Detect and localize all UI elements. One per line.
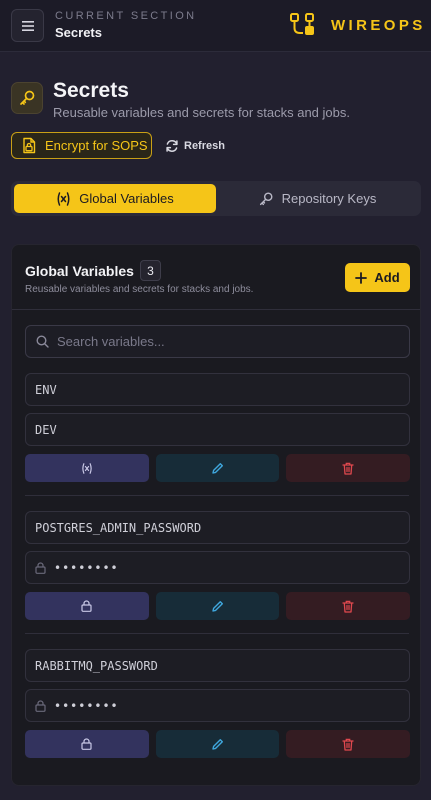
divider bbox=[25, 633, 409, 634]
logo-icon bbox=[290, 13, 314, 35]
key-icon bbox=[20, 90, 35, 105]
refresh-icon bbox=[166, 139, 178, 152]
lock-icon bbox=[81, 738, 92, 750]
lock-file-icon bbox=[23, 137, 36, 154]
tab-bar: Global Variables Repository Keys bbox=[11, 181, 421, 216]
pencil-icon bbox=[212, 462, 223, 474]
refresh-label: Refresh bbox=[184, 139, 225, 152]
variable-value: DEV bbox=[35, 422, 57, 437]
search-icon bbox=[36, 335, 49, 348]
trash-icon bbox=[342, 738, 354, 751]
global-variables-card: Global Variables 3 Reusable variables an… bbox=[11, 244, 421, 786]
variable-name-field[interactable]: ENV bbox=[25, 373, 410, 406]
brand-name[interactable]: WIREOPS bbox=[331, 17, 426, 34]
top-bar: CURRENT SECTION Secrets WIREOPS bbox=[0, 0, 431, 52]
edit-button[interactable] bbox=[155, 730, 280, 758]
trash-icon bbox=[342, 462, 354, 475]
secrets-page-icon bbox=[11, 82, 43, 114]
delete-button[interactable] bbox=[286, 592, 411, 620]
variable-icon bbox=[82, 462, 92, 474]
delete-button[interactable] bbox=[286, 730, 411, 758]
current-section-name: Secrets bbox=[55, 25, 102, 40]
variable-actions bbox=[25, 592, 411, 620]
edit-button[interactable] bbox=[155, 592, 280, 620]
card-title: Global Variables bbox=[25, 263, 134, 279]
toggle-secret-button[interactable] bbox=[25, 454, 149, 482]
refresh-button[interactable]: Refresh bbox=[165, 132, 225, 159]
page-subtitle: Reusable variables and secrets for stack… bbox=[53, 105, 350, 120]
variable-actions bbox=[25, 730, 411, 758]
pencil-icon bbox=[212, 600, 223, 612]
toggle-secret-button[interactable] bbox=[25, 592, 149, 620]
variable-name: ENV bbox=[35, 382, 57, 397]
masked-value: •••••••• bbox=[54, 698, 119, 713]
lock-icon bbox=[35, 561, 46, 574]
variable-value-field[interactable]: •••••••• bbox=[25, 689, 410, 722]
variable-name-field[interactable]: RABBITMQ_PASSWORD bbox=[25, 649, 410, 682]
encrypt-for-sops-label: Encrypt for SOPS bbox=[45, 138, 148, 153]
edit-button[interactable] bbox=[155, 454, 280, 482]
variable-count-badge: 3 bbox=[140, 260, 161, 281]
divider bbox=[25, 495, 409, 496]
card-subtitle: Reusable variables and secrets for stack… bbox=[25, 284, 254, 295]
tab-repository-keys-label: Repository Keys bbox=[281, 191, 377, 206]
variable-icon bbox=[57, 191, 70, 206]
menu-button[interactable] bbox=[11, 9, 44, 42]
page-title: Secrets bbox=[53, 79, 129, 102]
tab-global-variables-label: Global Variables bbox=[79, 191, 174, 206]
add-variable-button[interactable]: Add bbox=[345, 263, 410, 292]
menu-icon bbox=[21, 20, 34, 31]
variable-name-field[interactable]: POSTGRES_ADMIN_PASSWORD bbox=[25, 511, 410, 544]
tab-global-variables[interactable]: Global Variables bbox=[14, 184, 216, 213]
search-input[interactable] bbox=[57, 334, 409, 349]
lock-icon bbox=[35, 699, 46, 712]
pencil-icon bbox=[212, 738, 223, 750]
key-icon bbox=[259, 192, 273, 205]
plus-icon bbox=[355, 271, 368, 284]
variable-value-field[interactable]: DEV bbox=[25, 413, 410, 446]
encrypt-for-sops-button[interactable]: Encrypt for SOPS bbox=[11, 132, 152, 159]
masked-value: •••••••• bbox=[54, 560, 119, 575]
current-section-label: CURRENT SECTION bbox=[55, 10, 197, 22]
variable-actions bbox=[25, 454, 411, 482]
variable-value-field[interactable]: •••••••• bbox=[25, 551, 410, 584]
tab-repository-keys[interactable]: Repository Keys bbox=[216, 184, 418, 213]
delete-button[interactable] bbox=[286, 454, 411, 482]
search-field[interactable] bbox=[25, 325, 410, 358]
variable-name: POSTGRES_ADMIN_PASSWORD bbox=[35, 520, 202, 535]
lock-icon bbox=[81, 600, 92, 612]
trash-icon bbox=[342, 600, 354, 613]
divider bbox=[12, 309, 420, 310]
variable-name: RABBITMQ_PASSWORD bbox=[35, 658, 158, 673]
add-label: Add bbox=[374, 270, 400, 285]
toggle-secret-button[interactable] bbox=[25, 730, 149, 758]
